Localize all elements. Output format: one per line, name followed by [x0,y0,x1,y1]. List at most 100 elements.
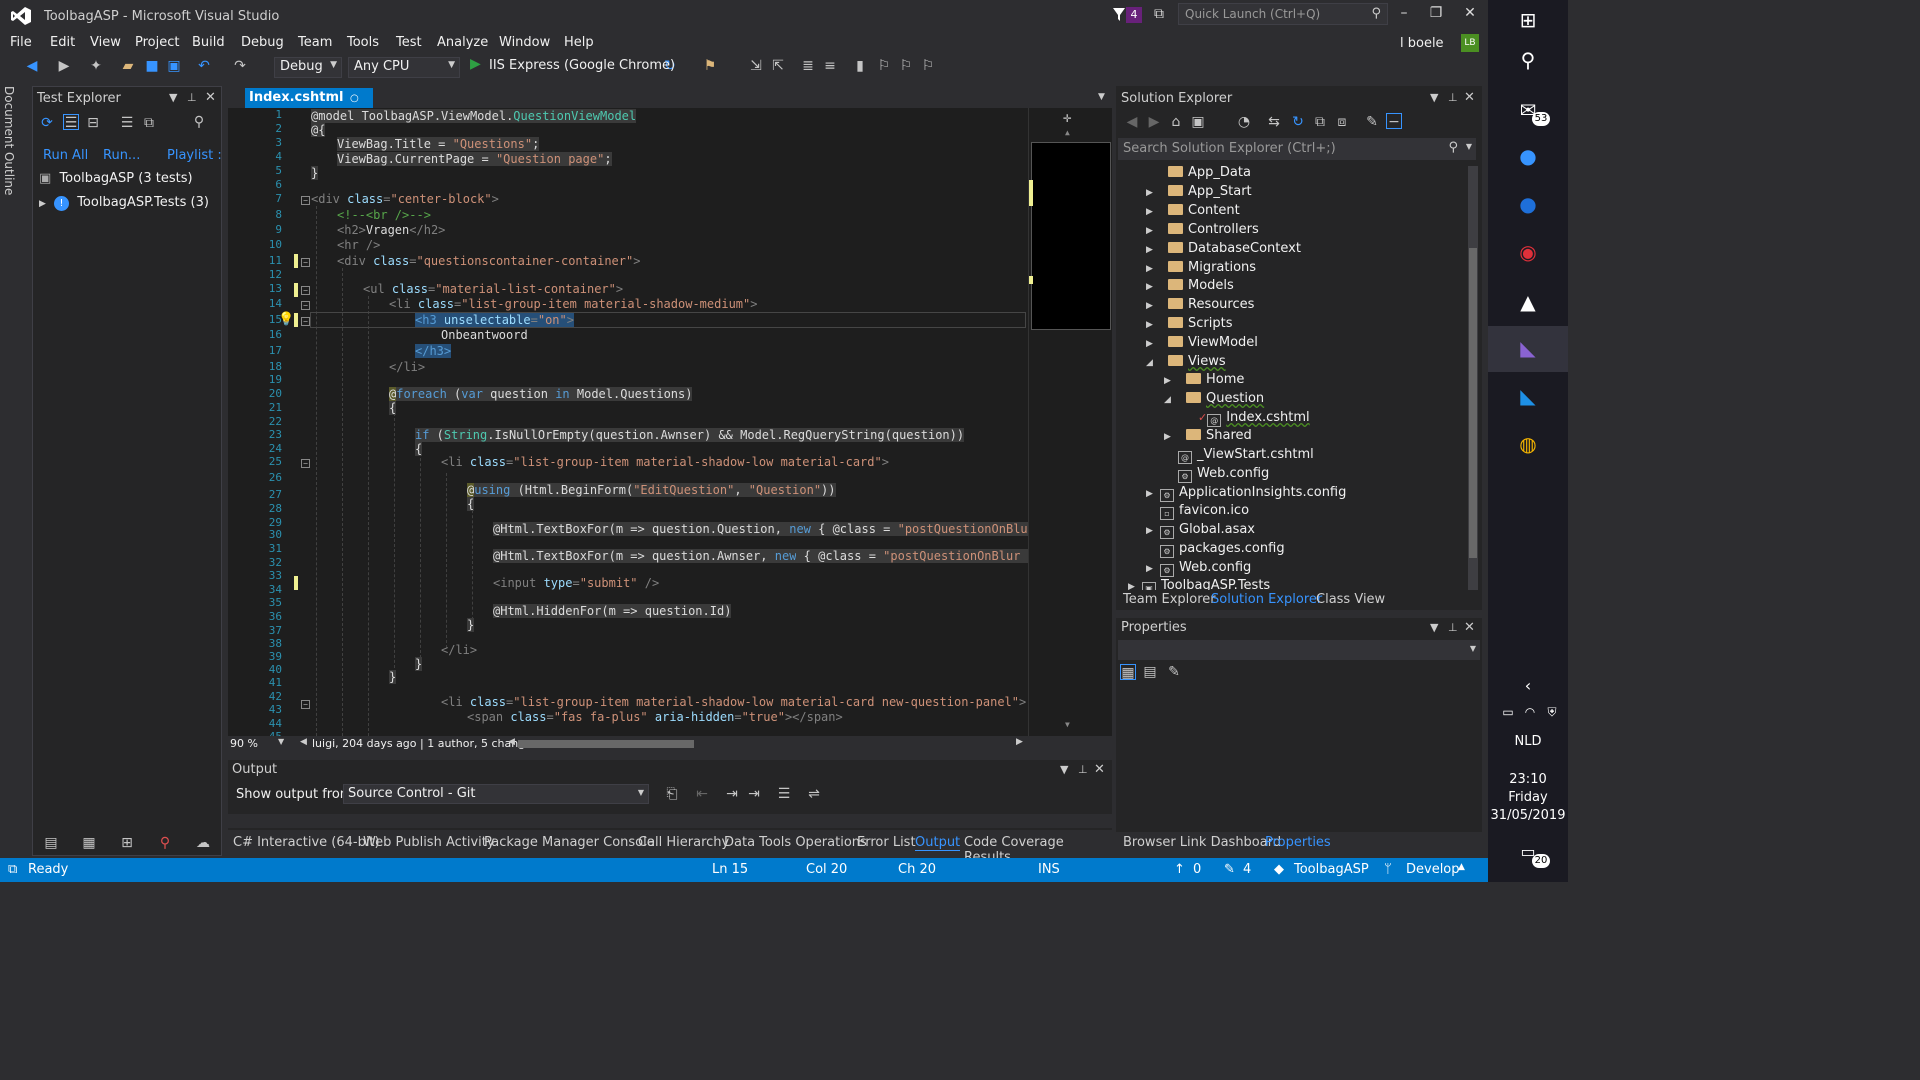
tree-item-index-cshtml[interactable]: ✓ @ Index.cshtml [1198,410,1310,427]
solution-configuration-select[interactable]: Debug ▼ [274,57,342,78]
expand-arrow-icon[interactable]: ▶ [1146,226,1153,236]
git-changes-icon[interactable]: ⚲ [157,835,173,851]
pin-icon[interactable]: ⊥ [1078,763,1088,776]
expand-arrow-icon[interactable]: ▶ [1146,282,1153,292]
zoom-dropdown-icon[interactable]: ▼ [278,737,284,746]
tree-item-views-web-config[interactable]: ⚙ Web.config [1178,466,1269,483]
next-bookmark-icon[interactable]: ⚐ [898,58,914,74]
search-icon[interactable]: ⚲ [1516,48,1540,72]
search-options-icon[interactable]: ▼ [1466,142,1472,151]
fold-toggle[interactable]: − [301,196,310,205]
step-into-icon[interactable]: ⇲ [748,58,764,74]
open-file-icon[interactable]: ▰ [120,58,136,74]
tree-item-resources[interactable]: Resources [1168,297,1254,312]
tree-item-viewmodel[interactable]: ViewModel [1168,335,1258,350]
prev-bookmark-icon[interactable]: ⚐ [876,58,892,74]
refresh-icon[interactable]: ↻ [1290,114,1306,130]
git-blame-info[interactable]: luigi, 204 days ago | 1 author, 5 change… [312,737,538,750]
tree-item-models[interactable]: Models [1168,278,1234,293]
tree-item-controllers[interactable]: Controllers [1168,222,1259,237]
document-outline-tab[interactable]: Document Outline [0,86,26,846]
code-editor[interactable]: 1 2 3 4 5 6 7 8 9 10 11 12 13 14 15 16 1… [228,108,1112,736]
output-horizontal-scrollbar[interactable] [228,814,1112,828]
skype-icon[interactable]: ● [1516,144,1540,168]
property-pages-icon[interactable]: ✎ [1166,664,1182,680]
new-project-icon[interactable]: ✦ [88,58,104,74]
tree-item-favicon[interactable]: ▫ favicon.ico [1160,503,1249,520]
tree-item-applicationinsights-config[interactable]: ⚙ ApplicationInsights.config [1160,485,1346,502]
tree-item-question[interactable]: Question [1186,391,1264,406]
tree-item-content[interactable]: Content [1168,203,1240,218]
collapse-all-icon[interactable]: ⧉ [1312,114,1328,130]
solution-views-icon[interactable]: ▣ [1190,114,1206,130]
menu-window[interactable]: Window [499,35,550,50]
expand-all-icon[interactable]: ☰ [119,115,135,131]
save-all-icon[interactable]: ▣ [166,58,182,74]
forward-icon[interactable]: ▶ [1146,114,1162,130]
fold-toggle[interactable]: − [301,286,310,295]
tab-package-manager-console[interactable]: Package Manager Console [484,835,655,850]
server-explorer-icon[interactable]: ▤ [43,835,59,851]
preview-selected-icon[interactable]: − [1386,113,1402,130]
tree-item-app-start[interactable]: App_Start [1168,184,1252,199]
home-icon[interactable]: ⌂ [1168,114,1184,130]
clear-bookmarks-icon[interactable]: ⚐ [920,58,936,74]
pending-changes-icon[interactable]: ✎ [1224,862,1235,877]
clock-day[interactable]: Friday [1488,790,1568,805]
chevron-up-icon[interactable]: ‹ [1516,674,1540,698]
expand-arrow-icon[interactable]: ▶ [1146,245,1153,255]
tree-item-scripts[interactable]: Scripts [1168,316,1232,331]
comment-icon[interactable]: ≣ [800,58,816,74]
horizontal-scrollbar-thumb[interactable] [518,740,694,748]
tab-class-view[interactable]: Class View [1316,592,1385,607]
expand-arrow-icon[interactable]: ▶ [1146,320,1153,330]
word-wrap-icon[interactable]: ⇌ [806,786,822,802]
clock-date[interactable]: 31/05/2019 [1488,808,1568,823]
fold-toggle[interactable]: − [301,317,310,326]
menu-file[interactable]: File [10,35,32,50]
code-minimap[interactable]: ✛ ▲ ▼ [1028,108,1112,736]
chrome-icon[interactable]: ◍ [1516,432,1540,456]
tree-item-viewstart-cshtml[interactable]: @ _ViewStart.cshtml [1178,447,1314,464]
expand-arrow-icon[interactable]: ▶ [1164,432,1171,442]
close-icon[interactable]: ✕ [1094,762,1105,777]
vscode-icon[interactable]: ◣ [1516,384,1540,408]
tab-call-hierarchy[interactable]: Call Hierarchy [638,835,729,850]
fold-toggle[interactable]: − [301,700,310,709]
expand-arrow-icon[interactable]: ▶ [1146,301,1153,311]
branch-name[interactable]: Develop [1406,862,1460,877]
app-icon[interactable]: ▲ [1516,290,1540,314]
run-target-label[interactable]: IIS Express (Google Chrome) [489,58,675,73]
expand-arrow-icon[interactable]: ▶ [1146,339,1153,349]
window-position-icon[interactable]: ▼ [1430,621,1438,634]
group-by-icon[interactable]: ☰ [63,114,79,131]
expand-arrow-icon[interactable]: ▶ [1146,188,1153,198]
scroll-down-icon[interactable]: ▼ [1065,720,1070,729]
tree-item-app-data[interactable]: App_Data [1168,165,1251,180]
menu-project[interactable]: Project [135,35,179,50]
tab-data-tools-operations[interactable]: Data Tools Operations [724,835,867,850]
undo-icon[interactable]: ↶ [196,58,212,74]
test-row[interactable]: ▶ ! ToolbagASP.Tests (3) [39,195,209,211]
back-icon[interactable]: ◀ [24,58,40,74]
expand-arrow-icon[interactable]: ▶ [1146,264,1153,274]
tab-team-explorer[interactable]: Team Explorer [1123,592,1216,607]
menu-tools[interactable]: Tools [347,35,379,50]
fold-toggle[interactable]: − [301,258,310,267]
window-position-icon[interactable]: ▼ [1430,91,1438,104]
menu-team[interactable]: Team [298,35,332,50]
bookmark-icon[interactable]: ▮ [852,58,868,74]
expand-arrow-icon[interactable]: ▶ [1146,564,1153,574]
collapse-arrow-icon[interactable]: ◢ [1146,358,1153,368]
properties-object-select[interactable]: ▼ [1118,640,1480,660]
alphabetical-icon[interactable]: ▤ [1142,664,1158,680]
close-icon[interactable]: ✕ [205,90,216,105]
properties-wrench-icon[interactable]: ✎ [1364,114,1380,130]
tree-item-web-config[interactable]: ⚙ Web.config [1160,560,1251,577]
expand-arrow-icon[interactable]: ▶ [1146,207,1153,217]
forward-icon[interactable]: ▶ [56,58,72,74]
tab-output[interactable]: Output [915,835,961,851]
search-icon[interactable]: ⚲ [191,114,207,130]
pending-changes-count[interactable]: 4 [1243,862,1251,877]
menu-analyze[interactable]: Analyze [437,35,488,50]
